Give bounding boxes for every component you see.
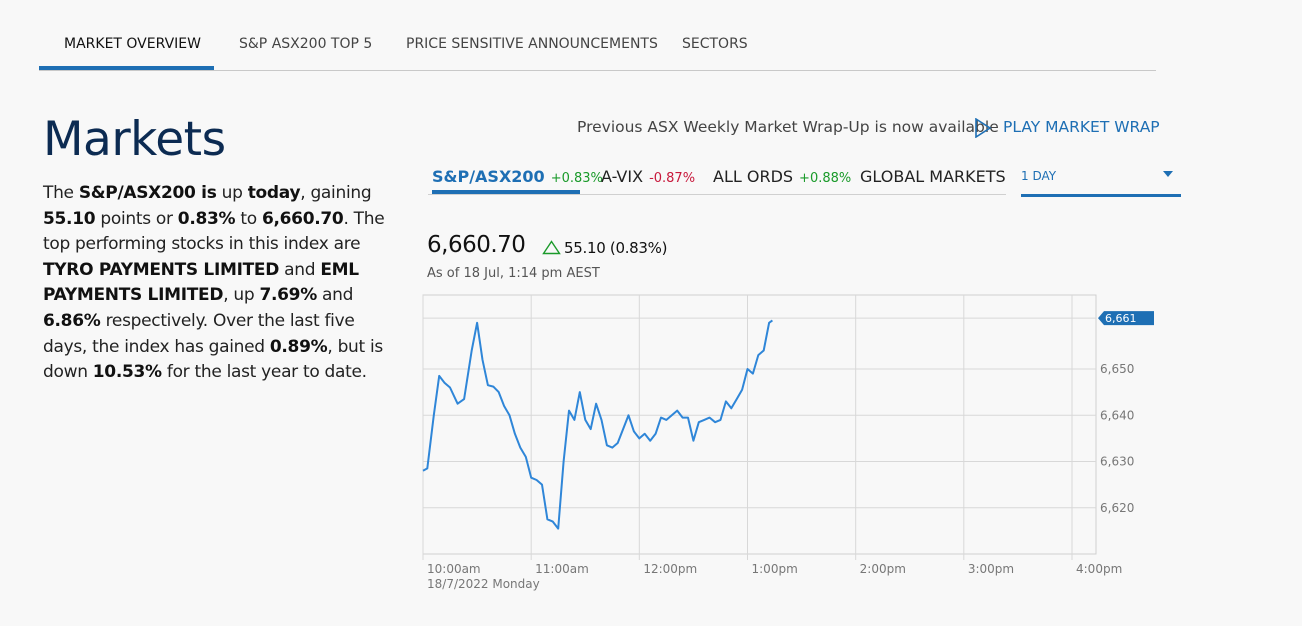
x-tick-label: 4:00pm [1076,562,1122,576]
x-tick-label: 12:00pm [643,562,697,576]
index-price: 6,660.70 [427,232,526,258]
tab-sectors[interactable]: SECTORS [682,36,748,52]
market-summary: The S&P/ASX200 is up today, gaining 55.1… [43,183,385,383]
last-value-label: 6,661 [1105,312,1137,325]
x-tick-label: 2:00pm [860,562,906,576]
y-tick-label: 6,630 [1100,455,1134,469]
index-tab-global-markets[interactable]: GLOBAL MARKETS [860,167,1006,186]
tab-market-overview[interactable]: MARKET OVERVIEW [64,36,201,52]
active-index-indicator [432,190,580,194]
caret-down-icon [1163,171,1173,177]
plot-area [422,294,1097,555]
y-tick-label: 6,650 [1100,362,1134,376]
x-tick-label: 10:00am [427,562,481,576]
index-change: 55.10 (0.83%) [564,239,668,257]
index-tab-avix[interactable]: A-VIX -0.87% [601,167,695,186]
x-tick-label: 11:00am [535,562,589,576]
intraday-chart: 6,620 6,630 6,640 6,650 10:00am 11:00am 12:00… [422,294,1154,591]
chart-x-axis: 10:00am 11:00am 12:00pm 1:00pm 2:00pm 3:00pm 4… [427,562,1122,591]
page-title: Markets [43,112,226,167]
x-tick-label: 1:00pm [752,562,798,576]
play-market-wrap-link[interactable]: PLAY MARKET WRAP [1003,118,1160,136]
period-selected-value: 1 DAY [1021,169,1057,183]
y-tick-label: 6,640 [1100,408,1134,422]
as-of-timestamp: As of 18 Jul, 1:14 pm AEST [427,266,600,281]
last-value-marker: 6,661 [1098,311,1154,326]
index-tab-all-ords[interactable]: ALL ORDS +0.88% [713,167,851,186]
play-icon[interactable] [974,118,992,138]
main-tabs: MARKET OVERVIEW S&P ASX200 TOP 5 PRICE S… [39,0,1156,71]
chart-grid [422,294,1097,560]
triangle-up-icon [542,240,561,255]
x-axis-date-label: 18/7/2022 Monday [427,577,540,591]
wrap-up-notice: Previous ASX Weekly Market Wrap-Up is no… [577,118,999,136]
tab-price-sensitive[interactable]: PRICE SENSITIVE ANNOUNCEMENTS [406,36,658,52]
period-select[interactable]: 1 DAY [1021,164,1181,197]
index-tabs: S&P/ASX200 +0.83% A-VIX -0.87% ALL ORDS +0.… [428,164,1006,195]
index-tab-asx200[interactable]: S&P/ASX200 +0.83% [432,167,603,186]
chart-y-axis: 6,620 6,630 6,640 6,650 [1100,362,1134,515]
active-tab-indicator [39,66,214,70]
y-tick-label: 6,620 [1100,501,1134,515]
x-tick-label: 3:00pm [968,562,1014,576]
tab-asx200-top5[interactable]: S&P ASX200 TOP 5 [239,36,372,52]
